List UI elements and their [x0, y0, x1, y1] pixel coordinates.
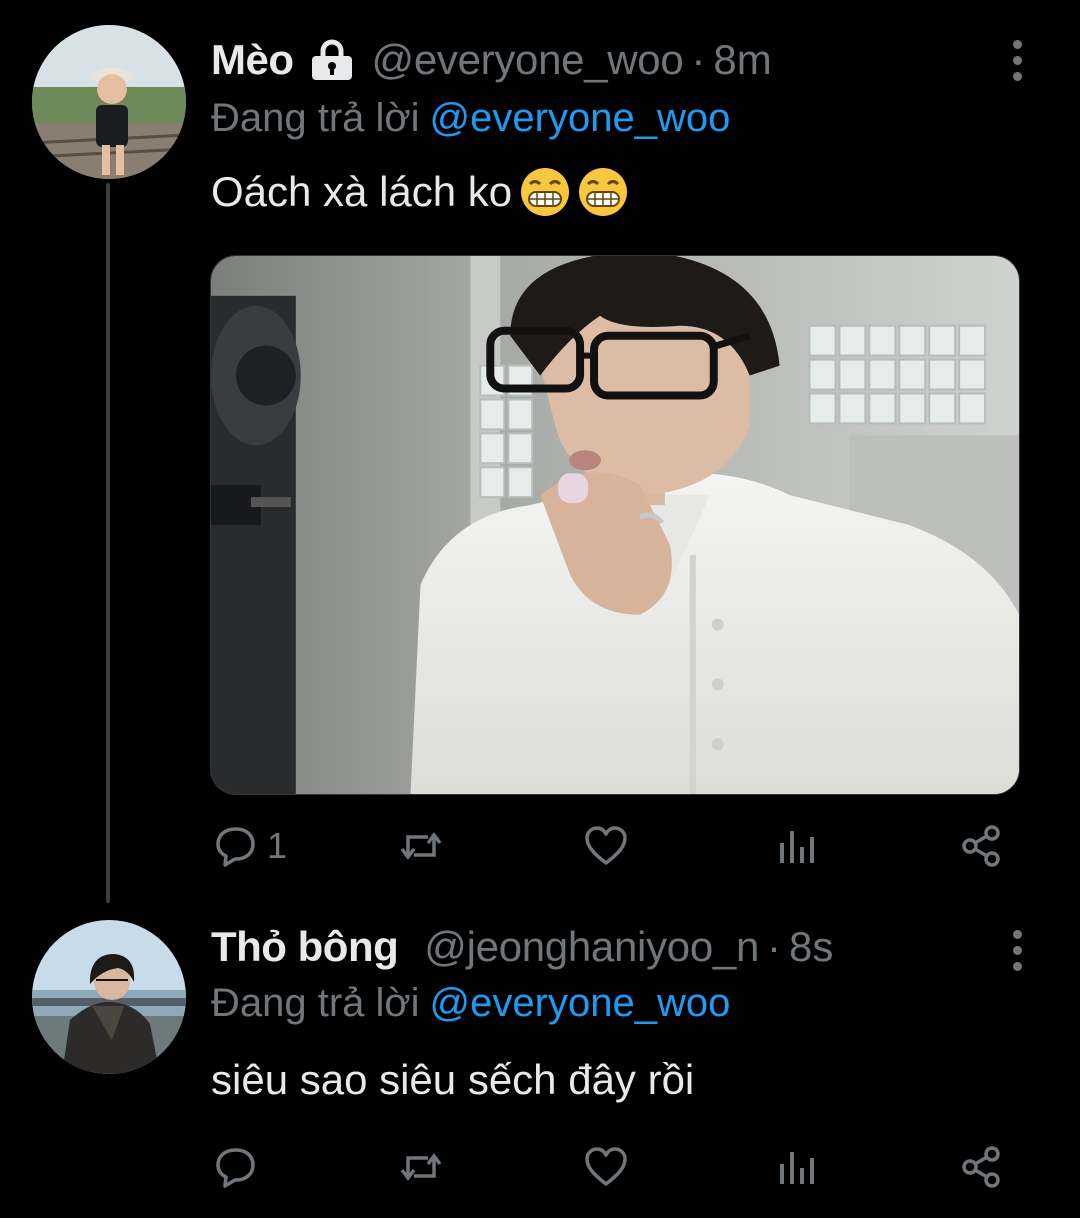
- replying-to-label: Đang trả lời: [211, 96, 420, 140]
- replying-to: Đang trả lời @everyone_woo: [211, 93, 730, 143]
- heart-icon: [585, 1147, 627, 1186]
- mention-link[interactable]: @everyone_woo: [430, 96, 731, 140]
- tweet-text-content: siêu sao siêu sếch đây rồi: [211, 1056, 695, 1103]
- share-icon: [962, 1146, 1000, 1188]
- retweet-button[interactable]: [398, 816, 444, 876]
- retweet-icon: [400, 832, 442, 860]
- share-button[interactable]: [958, 816, 1004, 876]
- tweet-header: Thỏ bông @jeonghaniyoo_n · 8s: [211, 922, 990, 972]
- analytics-icon: [780, 831, 814, 863]
- more-vertical-icon[interactable]: [1002, 925, 1032, 975]
- reply-count: 1: [267, 825, 288, 866]
- grinning-face-icon: [520, 167, 570, 217]
- share-button[interactable]: [958, 1137, 1004, 1197]
- avatar[interactable]: [32, 920, 186, 1074]
- reply-button[interactable]: 1: [213, 816, 287, 876]
- retweet-icon: [400, 1153, 442, 1181]
- replying-to: Đang trả lời @everyone_woo: [211, 978, 730, 1028]
- tweet[interactable]: Mèo @everyone_woo · 8m Đang trả lời @ever…: [0, 0, 1080, 903]
- tweet-text-content: Oách xà lách ko: [211, 168, 513, 215]
- grinning-face-icon: [578, 167, 628, 217]
- views-button[interactable]: [774, 816, 820, 876]
- analytics-icon: [780, 1152, 814, 1184]
- avatar[interactable]: [32, 25, 186, 179]
- separator-dot: ·: [691, 36, 706, 83]
- retweet-button[interactable]: [398, 1137, 444, 1197]
- separator-dot: ·: [767, 923, 782, 970]
- views-button[interactable]: [774, 1137, 820, 1197]
- reply-icon: [216, 1148, 255, 1188]
- tweet-text: Oách xà lách ko: [211, 165, 628, 219]
- replying-to-label: Đang trả lời: [211, 981, 420, 1025]
- user-handle[interactable]: @jeonghaniyoo_n: [424, 922, 759, 972]
- user-handle[interactable]: @everyone_woo: [372, 35, 684, 85]
- photo-man-with-glasses: [211, 256, 1019, 794]
- timestamp[interactable]: 8m: [713, 35, 771, 85]
- tweet-actions: [0, 1137, 1080, 1197]
- timestamp[interactable]: 8s: [789, 922, 833, 972]
- tweet[interactable]: Thỏ bông @jeonghaniyoo_n · 8s Đang trả l…: [0, 900, 1080, 1218]
- avatar-image-person-riverside: [32, 920, 186, 1074]
- tweet-header: Mèo @everyone_woo · 8m: [211, 35, 990, 85]
- display-name[interactable]: Thỏ bông: [211, 922, 399, 972]
- tweet-media-photo[interactable]: [210, 255, 1020, 795]
- thread-connector-line: [106, 183, 110, 903]
- avatar-image-child-railway: [32, 25, 186, 179]
- reply-icon: [216, 827, 255, 867]
- display-name[interactable]: Mèo: [211, 35, 294, 85]
- like-button[interactable]: [583, 1137, 629, 1197]
- mention-link[interactable]: @everyone_woo: [430, 981, 731, 1025]
- tweet-text: siêu sao siêu sếch đây rồi: [211, 1053, 694, 1107]
- tweet-actions: 1: [0, 816, 1080, 876]
- more-vertical-icon[interactable]: [1002, 35, 1032, 85]
- conversation-thread: Mèo @everyone_woo · 8m Đang trả lời @ever…: [0, 0, 1080, 1218]
- heart-icon: [585, 826, 627, 865]
- like-button[interactable]: [583, 816, 629, 876]
- lock-icon: [308, 38, 356, 82]
- share-icon: [962, 825, 1000, 867]
- reply-button[interactable]: [213, 1137, 259, 1197]
